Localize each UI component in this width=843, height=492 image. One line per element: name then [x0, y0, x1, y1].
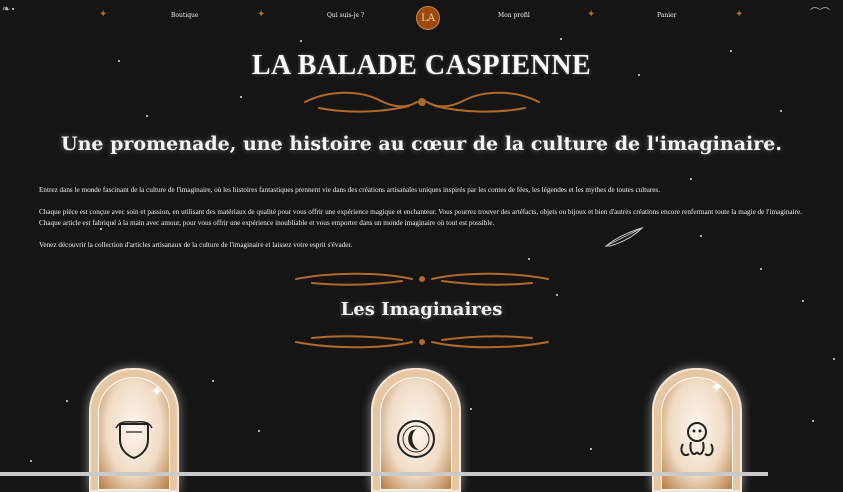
site-title: LA BALADE CASPIENNE: [251, 50, 592, 81]
tagline: Une promenade, une histoire au cœur de l…: [61, 133, 782, 155]
kraken-icon: [680, 422, 714, 456]
section-divider-top: [0, 268, 843, 290]
moon-medallion-icon: [397, 420, 435, 458]
intro-paragraph-2: Chaque pièce est conçue avec soin et pas…: [39, 208, 802, 227]
nav-link-boutique[interactable]: Boutique: [171, 12, 198, 19]
logo[interactable]: LA: [416, 6, 440, 30]
sparkle-icon: ✦: [711, 380, 723, 396]
section-divider-bottom: [0, 331, 843, 353]
title-divider-ornament: [0, 88, 843, 116]
intro-paragraph-3: Venez découvrir la collection d'articles…: [39, 241, 353, 249]
intro-paragraph-1: Entrez dans le monde fascinant de la cul…: [39, 186, 661, 194]
diamond-ornament-icon: ✦: [735, 9, 744, 20]
nav-link-qui-suis-je[interactable]: Qui suis-je ?: [327, 12, 364, 19]
sparkle-icon: ✦: [151, 384, 163, 400]
nav-link-mon-profil[interactable]: Mon profil: [498, 12, 530, 19]
diamond-ornament-icon: ✦: [257, 9, 266, 20]
top-navigation: ✦ Boutique ✦ Qui suis-je ? LA Mon profil…: [0, 0, 843, 36]
feather-icon: [604, 226, 644, 247]
diamond-ornament-icon: ✦: [587, 9, 596, 20]
horizontal-scrollbar[interactable]: [0, 472, 768, 476]
section-title: Les Imaginaires: [340, 299, 503, 320]
diamond-ornament-icon: ✦: [99, 9, 108, 20]
shield-crest-icon: [115, 421, 153, 460]
nav-link-panier[interactable]: Panier: [657, 12, 677, 19]
